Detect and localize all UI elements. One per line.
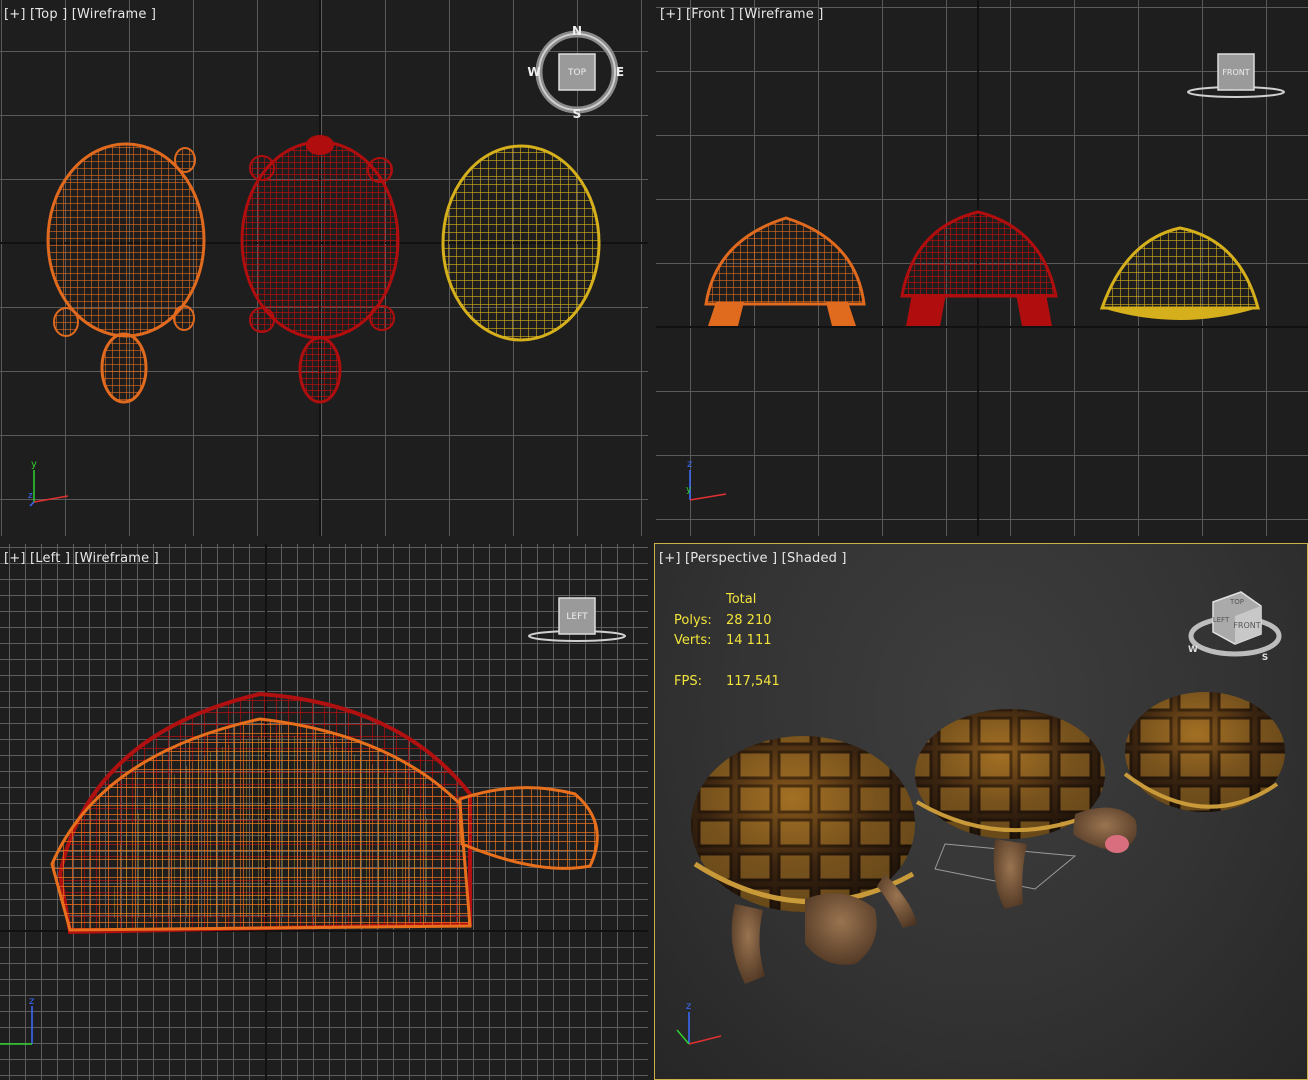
axis-tripod-top: y z — [28, 459, 69, 507]
viewport-top[interactable]: [+] [Top ] [Wireframe ] TOP N S E W y z — [0, 0, 648, 536]
axis-label-b: z — [28, 491, 33, 501]
axis-tripod-front: z y — [686, 459, 727, 501]
axis-label-a: z — [687, 459, 692, 470]
axis-tripod-left: z — [0, 996, 34, 1045]
axis-tripod-perspective: z — [676, 1001, 722, 1045]
axis-label-a: y — [31, 459, 37, 470]
axis-label-b: y — [686, 485, 692, 495]
viewport-perspective[interactable]: [+] [Perspective ] [Shaded ] Total Polys… — [654, 543, 1308, 1080]
axis-label-a: z — [686, 1001, 691, 1012]
viewport-front[interactable]: [+] [Front ] [Wireframe ] FRONT z y — [656, 0, 1308, 536]
axis-label-a: z — [29, 996, 34, 1007]
viewport-left[interactable]: [+] [Left ] [Wireframe ] LEFT z — [0, 544, 648, 1080]
